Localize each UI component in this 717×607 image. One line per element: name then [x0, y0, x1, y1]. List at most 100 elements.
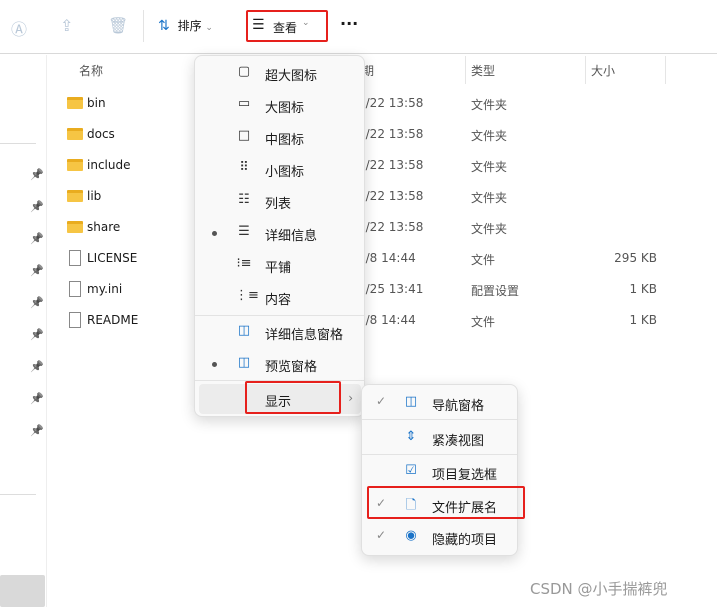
file-row[interactable]: lib 3/22 13:58 文件夹 [60, 181, 670, 212]
folder-icon [67, 221, 83, 233]
view-button[interactable]: ☰ 查看 ⌄ [246, 10, 328, 42]
file-name: docs [87, 127, 115, 141]
file-size: 1 KB [629, 313, 657, 327]
folder-icon [67, 190, 83, 202]
file-date: 3/22 13:58 [358, 127, 424, 141]
menu-item-show-1-icon: ⇕ [405, 429, 417, 444]
file-row[interactable]: bin 3/22 13:58 文件夹 [60, 88, 670, 119]
menu-item-view-5-icon: ☰ [238, 224, 250, 239]
pin-icon[interactable]: 📌 [30, 232, 44, 245]
file-type: 配置设置 [471, 284, 520, 298]
file-name: share [87, 220, 121, 234]
file-type: 文件夹 [471, 98, 508, 112]
menu-item-label: 中图标 [265, 133, 305, 148]
column-divider[interactable] [585, 56, 586, 84]
file-name: my.ini [87, 282, 123, 296]
menu-item-show-0-icon: ◫ [404, 394, 418, 409]
column-header-size[interactable]: 大小 [591, 62, 615, 79]
menu-item-view-1[interactable]: ▭ 大图标 [195, 90, 364, 120]
menu-item-view-7[interactable]: ⋮≡ 内容 [195, 282, 364, 312]
pin-icon[interactable]: 📌 [30, 392, 44, 405]
file-date: 3/22 13:58 [358, 189, 424, 203]
menu-item-view-1-icon: ▭ [237, 96, 251, 111]
menu-item-label: 内容 [265, 293, 292, 308]
menu-item-label: 预览窗格 [265, 360, 318, 375]
menu-item-pane-0-icon: ◫ [237, 323, 251, 338]
file-type: 文件夹 [471, 129, 508, 143]
pin-icon[interactable]: 📌 [30, 168, 44, 181]
file-size: 1 KB [629, 282, 657, 296]
menu-item-pane-0[interactable]: ◫ 详细信息窗格 [195, 317, 364, 347]
menu-item-show-4-icon: ◉ [405, 528, 417, 543]
share-icon[interactable]: ⇪ [60, 16, 73, 35]
file-date: 3/22 13:58 [358, 220, 424, 234]
trash-icon[interactable]: 🗑 [108, 16, 128, 35]
more-button[interactable]: ··· [340, 14, 358, 33]
file-row[interactable]: LICENSE 4/8 14:44 文件 295 KB [60, 243, 670, 274]
menu-item-label: 列表 [265, 197, 292, 212]
column-header-type[interactable]: 类型 [471, 62, 495, 79]
menu-item-view-2[interactable]: □ 中图标 [195, 122, 364, 152]
watermark: CSDN @小手揣裤兜 [530, 580, 668, 598]
view-label: 查看 [273, 21, 298, 35]
menu-item-label: 小图标 [265, 165, 305, 180]
menu-separator [362, 454, 517, 455]
menu-item-pane-1[interactable]: ◫ 预览窗格 [195, 349, 364, 379]
file-row[interactable]: share 3/22 13:58 文件夹 [60, 212, 670, 243]
menu-item-view-6[interactable]: ⁝≡ 平铺 [195, 250, 364, 280]
file-name: lib [87, 189, 102, 203]
toolbar-divider [143, 10, 144, 42]
checkmark-icon: ✓ [376, 394, 387, 408]
file-date: 4/8 14:44 [358, 313, 416, 327]
column-header-name[interactable]: 名称 [79, 62, 103, 79]
menu-item-label: 超大图标 [265, 69, 318, 84]
column-divider[interactable] [665, 56, 666, 84]
pin-icon[interactable]: 📌 [30, 264, 44, 277]
file-row[interactable]: README 4/8 14:44 文件 1 KB [60, 305, 670, 336]
chevron-right-icon: › [348, 391, 353, 405]
menu-item-label: 隐藏的项目 [432, 533, 498, 548]
file-date: 3/22 13:58 [358, 158, 424, 172]
menu-item-view-0[interactable]: ▢ 超大图标 [195, 58, 364, 88]
menu-item-view-2-icon: □ [237, 128, 251, 143]
menu-item-view-3[interactable]: ⠿ 小图标 [195, 154, 364, 184]
file-type: 文件 [471, 253, 496, 267]
menu-item-show-2[interactable]: ☑ 项目复选框 [362, 457, 517, 487]
menu-item-label: 平铺 [265, 261, 292, 276]
checkmark-icon: ✓ [376, 528, 387, 542]
menu-separator [195, 315, 364, 316]
pin-icon[interactable]: 📌 [30, 328, 44, 341]
file-row[interactable]: my.ini 3/25 13:41 配置设置 1 KB [60, 274, 670, 305]
menu-item-label: 大图标 [265, 101, 305, 116]
file-name: bin [87, 96, 106, 110]
pin-icon[interactable]: 📌 [30, 360, 44, 373]
sort-button[interactable]: ⇅ 排序 ⌄ [158, 17, 213, 37]
file-date: 3/22 13:58 [358, 96, 424, 110]
menu-item-show-1[interactable]: ⇕ 紧凑视图 [362, 423, 517, 453]
menu-item-show-0[interactable]: ✓ ◫ 导航窗格 [362, 388, 517, 418]
menu-item-view-4-icon: ☷ [238, 192, 250, 207]
chevron-down-icon: ⌄ [205, 23, 213, 33]
list-icon: ☰ [252, 17, 265, 33]
file-type: 文件夹 [471, 160, 508, 174]
nav-item-selected[interactable] [0, 575, 45, 607]
pin-icon[interactable]: 📌 [30, 424, 44, 437]
file-size: 295 KB [614, 251, 657, 265]
file-date: 3/25 13:41 [358, 282, 424, 296]
menu-item-show-4[interactable]: ✓ ◉ 隐藏的项目 [362, 522, 517, 552]
file-type: 文件夹 [471, 191, 508, 205]
pin-icon[interactable]: 📌 [30, 296, 44, 309]
menu-item-view-4[interactable]: ☷ 列表 [195, 186, 364, 216]
pin-icon[interactable]: 📌 [30, 200, 44, 213]
menu-item-view-5[interactable]: ☰ 详细信息 [195, 218, 364, 248]
folder-icon [67, 128, 83, 140]
menu-item-label: 详细信息 [265, 229, 318, 244]
menu-separator [362, 419, 517, 420]
rename-icon[interactable]: Ⓐ [11, 16, 27, 40]
file-row[interactable]: docs 3/22 13:58 文件夹 [60, 119, 670, 150]
file-name: include [87, 158, 131, 172]
config-file-icon [69, 281, 81, 297]
column-divider[interactable] [465, 56, 466, 84]
file-row[interactable]: include 3/22 13:58 文件夹 [60, 150, 670, 181]
menu-item-show-2-icon: ☑ [405, 463, 417, 478]
